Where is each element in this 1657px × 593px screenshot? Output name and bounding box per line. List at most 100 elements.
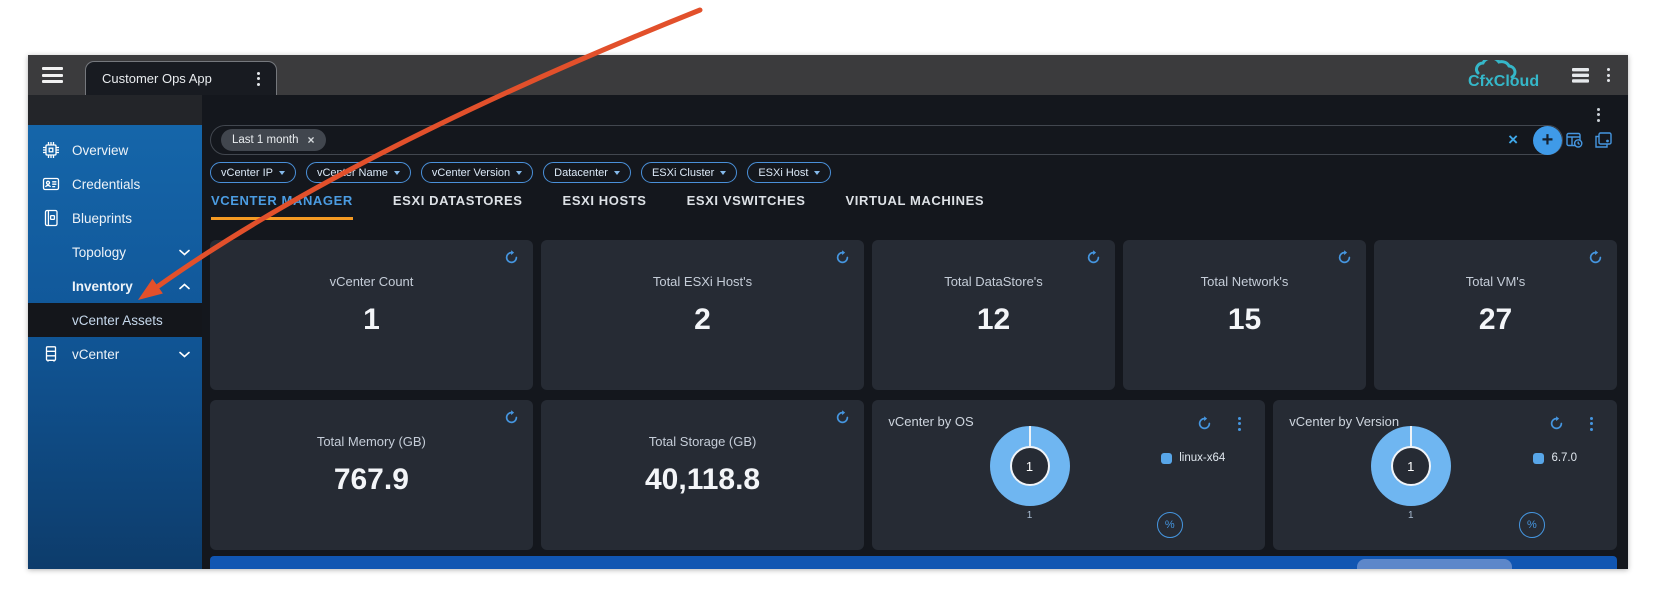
slice-divider [1029, 426, 1031, 446]
refresh-icon[interactable] [835, 410, 850, 425]
stat-value: 767.9 [334, 463, 409, 497]
refresh-icon[interactable] [1588, 250, 1603, 265]
server-icon [42, 345, 60, 363]
sidebar-top-strip [28, 95, 202, 125]
refresh-icon[interactable] [1337, 250, 1352, 265]
table-header-bar [210, 556, 1617, 569]
cfxcloud-logo: CfxCloud [1464, 60, 1560, 90]
filter-chip-datacenter[interactable]: Datacenter [543, 162, 631, 183]
chevron-down-icon [720, 171, 726, 175]
tab-esxi-hosts[interactable]: ESXI HOSTS [563, 193, 647, 220]
filter-chip-esxi-cluster[interactable]: ESXi Cluster [641, 162, 737, 183]
chevron-down-icon [179, 249, 190, 256]
filter-chip-vcenter-version[interactable]: vCenter Version [421, 162, 533, 183]
percent-toggle-button[interactable]: % [1519, 512, 1545, 538]
refresh-icon[interactable] [504, 410, 519, 425]
tab-esxi-vswitches[interactable]: ESXI VSWITCHES [687, 193, 806, 220]
percent-toggle-button[interactable]: % [1157, 512, 1183, 538]
tab-bar: VCENTER MANAGER ESXI DATASTORES ESXI HOS… [211, 193, 984, 220]
top-bar: Customer Ops App CfxCloud [28, 55, 1628, 95]
chart-card-vcenter-by-version: vCenter by Version 1 1 6.7.0 [1273, 400, 1617, 550]
sidebar: Overview Credentials Blueprints [28, 95, 202, 569]
stat-title: Total VM's [1466, 274, 1526, 289]
list-view-icon[interactable] [1572, 68, 1589, 83]
sidebar-item-label: vCenter Assets [72, 313, 163, 328]
refresh-icon[interactable] [1086, 250, 1101, 265]
app-tab-title: Customer Ops App [102, 71, 212, 86]
stat-value: 12 [977, 303, 1010, 337]
filter-chip-esxi-host[interactable]: ESXi Host [747, 162, 831, 183]
donut-center-value: 1 [1407, 459, 1414, 474]
table-header-pill[interactable] [1357, 559, 1512, 569]
sidebar-item-label: Overview [72, 143, 128, 158]
kebab-menu-icon[interactable] [1232, 412, 1247, 435]
save-view-icon[interactable] [1595, 132, 1612, 153]
filter-bar[interactable]: Last 1 month × × + [210, 125, 1563, 155]
stat-card-total-esxi-hosts: Total ESXi Host's 2 [541, 240, 864, 390]
topbar-kebab-menu-icon[interactable] [1601, 64, 1616, 87]
topbar-right-group: CfxCloud [1464, 60, 1628, 90]
stat-title: Total Network's [1201, 274, 1289, 289]
sidebar-item-vcenter[interactable]: vCenter [28, 337, 202, 371]
legend-label: 6.7.0 [1551, 452, 1577, 464]
add-filter-button[interactable]: + [1533, 126, 1562, 155]
chart-card-actions [1549, 412, 1599, 435]
sidebar-item-label: vCenter [72, 347, 119, 362]
schedule-table-icon[interactable] [1566, 132, 1583, 153]
refresh-icon[interactable] [504, 250, 519, 265]
chart-card-actions [1197, 412, 1247, 435]
stat-card-vcenter-count: vCenter Count 1 [210, 240, 533, 390]
legend-swatch [1533, 453, 1544, 464]
donut-center-value: 1 [1026, 459, 1033, 474]
refresh-icon[interactable] [1549, 416, 1564, 431]
legend-item[interactable]: linux-x64 [1161, 452, 1225, 464]
filter-chip-vcenter-ip[interactable]: vCenter IP [210, 162, 296, 183]
legend-swatch [1161, 453, 1172, 464]
chevron-down-icon [614, 171, 620, 175]
chart-title: vCenter by OS [888, 414, 973, 429]
applied-filter-chip[interactable]: Last 1 month × [221, 129, 326, 151]
cards-row-1: vCenter Count 1 Total ESXi Host's 2 Tota… [210, 240, 1617, 390]
main-content: Last 1 month × × + [202, 95, 1628, 569]
donut-chart[interactable]: 1 [1371, 426, 1451, 506]
donut-chart[interactable]: 1 [990, 426, 1070, 506]
tab-vcenter-manager[interactable]: VCENTER MANAGER [211, 193, 353, 220]
stat-title: Total ESXi Host's [653, 274, 752, 289]
filter-actions [1566, 132, 1612, 153]
sidebar-item-topology[interactable]: Topology [28, 235, 202, 269]
tab-esxi-datastores[interactable]: ESXI DATASTORES [393, 193, 523, 220]
sidebar-item-credentials[interactable]: Credentials [28, 167, 202, 201]
refresh-icon[interactable] [1197, 416, 1212, 431]
stat-title: Total Storage (GB) [649, 434, 757, 449]
slice-label: 1 [1027, 510, 1033, 521]
sidebar-item-overview[interactable]: Overview [28, 133, 202, 167]
stat-title: Total DataStore's [944, 274, 1043, 289]
sidebar-item-blueprints[interactable]: Blueprints [28, 201, 202, 235]
sidebar-item-label: Topology [72, 245, 126, 260]
kebab-menu-icon[interactable] [1584, 412, 1599, 435]
filter-chip-vcenter-name[interactable]: vCenter Name [306, 162, 411, 183]
chip-icon [42, 141, 60, 159]
chevron-down-icon [814, 171, 820, 175]
cards-grid: vCenter Count 1 Total ESXi Host's 2 Tota… [210, 240, 1617, 560]
legend-item[interactable]: 6.7.0 [1533, 452, 1577, 464]
sidebar-item-label: Inventory [72, 279, 133, 294]
refresh-icon[interactable] [835, 250, 850, 265]
chevron-down-icon [279, 171, 285, 175]
remove-filter-icon[interactable]: × [307, 133, 314, 147]
tab-kebab-menu-icon[interactable] [251, 67, 266, 90]
stat-value: 2 [694, 303, 711, 337]
clear-filters-icon[interactable]: × [1508, 130, 1518, 150]
stat-title: Total Memory (GB) [317, 434, 426, 449]
stat-value: 1 [363, 303, 380, 337]
app-tab[interactable]: Customer Ops App [85, 61, 277, 95]
book-icon [42, 209, 60, 227]
stat-card-total-memory: Total Memory (GB) 767.9 [210, 400, 533, 550]
sidebar-item-inventory[interactable]: Inventory [28, 269, 202, 303]
dashboard-kebab-menu-icon[interactable] [1591, 103, 1606, 126]
sidebar-item-vcenter-assets[interactable]: vCenter Assets [28, 303, 202, 337]
hamburger-menu-icon[interactable] [42, 64, 63, 87]
sidebar-nav: Overview Credentials Blueprints [28, 125, 202, 371]
tab-virtual-machines[interactable]: VIRTUAL MACHINES [846, 193, 985, 220]
stat-title: vCenter Count [330, 274, 414, 289]
